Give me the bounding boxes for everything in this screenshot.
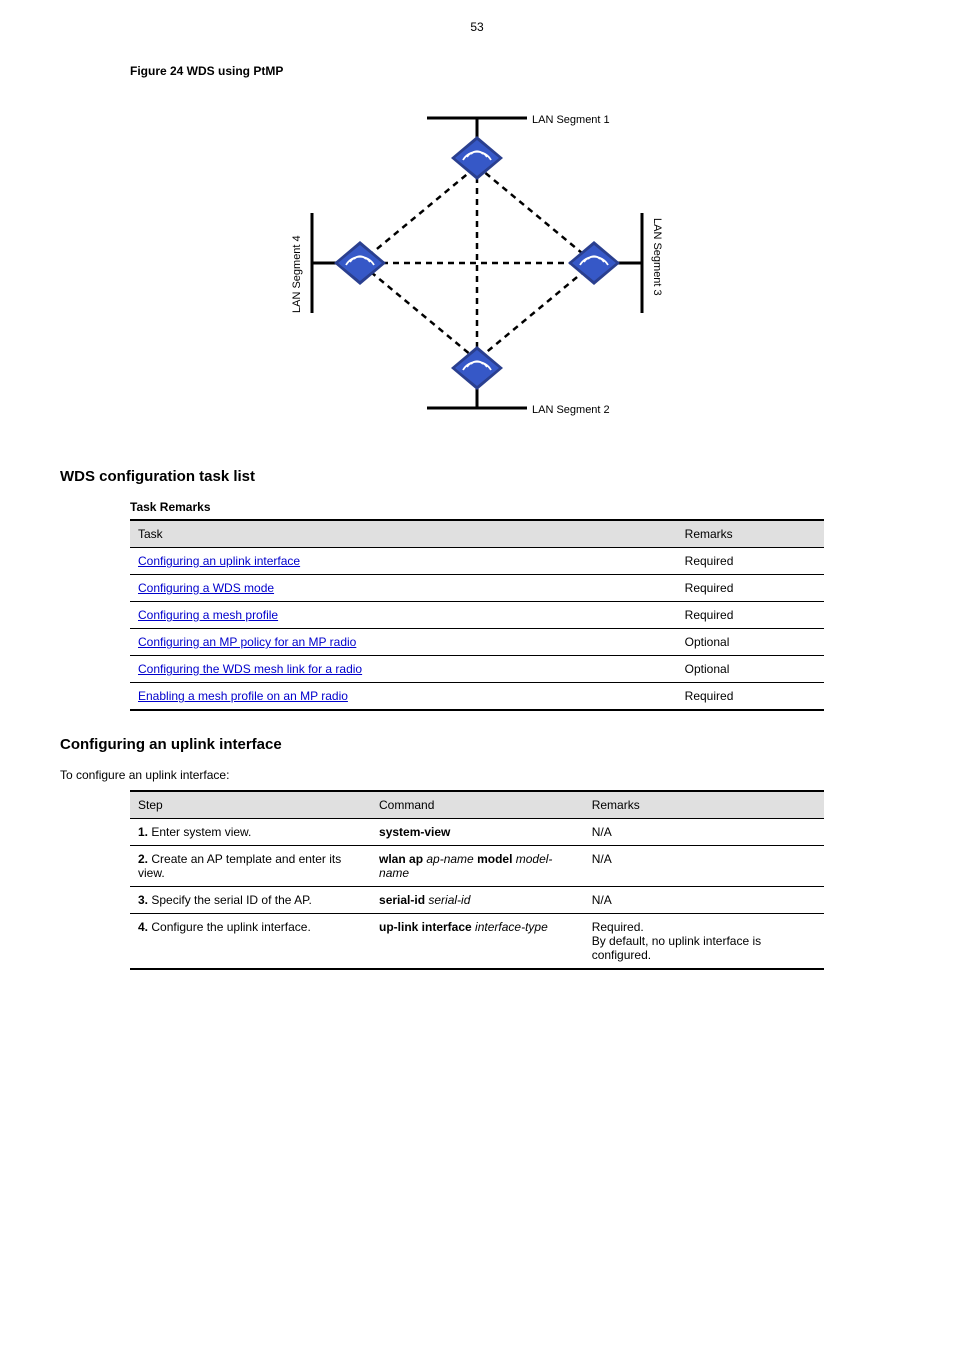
uplink-paragraph: To configure an uplink interface:: [60, 768, 894, 782]
table-header: Step: [130, 791, 371, 819]
table-cell: Required: [677, 602, 824, 629]
page-number: 53: [60, 20, 894, 34]
uplink-heading: Configuring an uplink interface: [60, 736, 894, 753]
table-cell: Required: [677, 683, 824, 711]
lan-segment-3-label: LAN Segment 3: [651, 218, 663, 296]
table-header: Task: [130, 520, 677, 548]
table-cell: Required: [677, 548, 824, 575]
table-row: Configuring an uplink interface Required: [130, 548, 824, 575]
wds-config-heading: WDS configuration task list: [60, 468, 894, 485]
lan-segment-4-label: LAN Segment 4: [291, 235, 303, 313]
task-link[interactable]: Configuring the WDS mesh link for a radi…: [138, 662, 362, 676]
wds-diagram: LAN Segment 1 LAN Segment 2 LAN Segment …: [257, 88, 697, 438]
table-row: Configuring the WDS mesh link for a radi…: [130, 656, 824, 683]
wds-task-table: Task Remarks Configuring an uplink inter…: [130, 519, 824, 711]
table1-caption: Task Remarks: [130, 500, 894, 514]
table-row: Configuring a WDS mode Required: [130, 575, 824, 602]
table-row: Enabling a mesh profile on an MP radio R…: [130, 683, 824, 711]
table-header: Remarks: [584, 791, 824, 819]
table-row: 2. Create an AP template and enter its v…: [130, 846, 824, 887]
lan-segment-2-label: LAN Segment 2: [532, 404, 610, 416]
task-link[interactable]: Configuring a WDS mode: [138, 581, 274, 595]
uplink-steps-table: Step Command Remarks 1. Enter system vie…: [130, 790, 824, 970]
table-header: Command: [371, 791, 584, 819]
table-row: 1. Enter system view. system-view N/A: [130, 819, 824, 846]
figure-caption: Figure 24 WDS using PtMP: [130, 64, 894, 78]
table-cell: Required: [677, 575, 824, 602]
task-link[interactable]: Enabling a mesh profile on an MP radio: [138, 689, 348, 703]
table-row: Configuring a mesh profile Required: [130, 602, 824, 629]
table-cell: Optional: [677, 629, 824, 656]
table-row: Configuring an MP policy for an MP radio…: [130, 629, 824, 656]
task-link[interactable]: Configuring a mesh profile: [138, 608, 278, 622]
lan-segment-1-label: LAN Segment 1: [532, 114, 610, 126]
table-header: Remarks: [677, 520, 824, 548]
table-row: 4. Configure the uplink interface. up-li…: [130, 914, 824, 970]
task-link[interactable]: Configuring an uplink interface: [138, 554, 300, 568]
table-row: 3. Specify the serial ID of the AP. seri…: [130, 887, 824, 914]
ap-node-icon: [334, 136, 620, 390]
task-link[interactable]: Configuring an MP policy for an MP radio: [138, 635, 356, 649]
table-cell: Optional: [677, 656, 824, 683]
